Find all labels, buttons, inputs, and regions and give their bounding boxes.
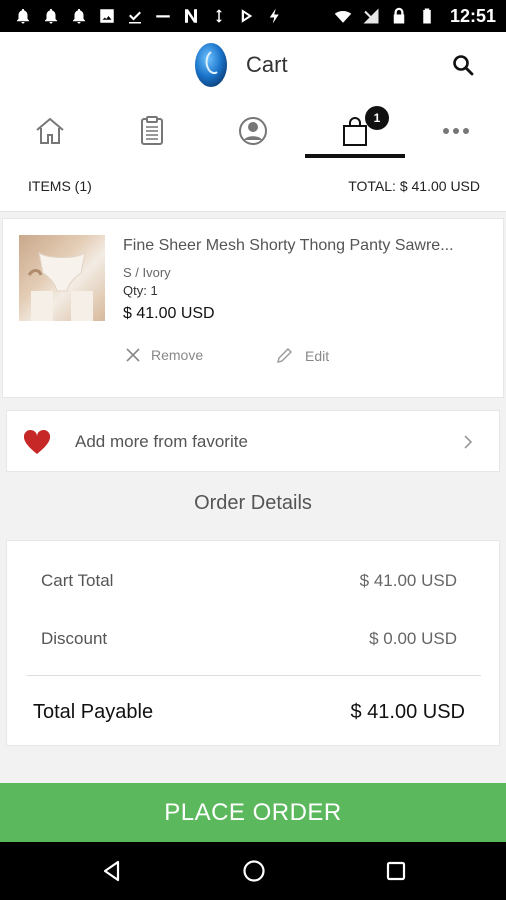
- tab-cart[interactable]: [305, 102, 405, 160]
- cart-badge: 1: [365, 106, 389, 130]
- lock-icon: [390, 7, 408, 25]
- download-check-icon: [126, 7, 144, 25]
- home-circle-icon: [243, 860, 265, 882]
- play-store-icon: [238, 7, 256, 25]
- no-signal-icon: [362, 7, 380, 25]
- tab-orders[interactable]: [102, 102, 202, 160]
- user-icon: [239, 117, 267, 145]
- cart-total-label: Cart Total: [41, 571, 114, 590]
- edit-label: Edit: [305, 348, 330, 364]
- tab-account[interactable]: [203, 102, 303, 160]
- app-logo: [194, 42, 228, 88]
- home-icon: [36, 117, 64, 144]
- more-icon: [443, 128, 469, 134]
- clipboard-icon: [141, 116, 163, 145]
- tab-more[interactable]: [406, 102, 506, 160]
- product-variant: S / Ivory: [123, 265, 171, 280]
- cart-item: Fine Sheer Mesh Shorty Thong Panty Sawre…: [2, 218, 504, 398]
- chevron-right-icon: [464, 435, 473, 449]
- back-button[interactable]: [97, 856, 127, 886]
- recents-square-icon: [386, 861, 406, 881]
- sync-icon: [210, 7, 228, 25]
- discount-label: Discount: [41, 629, 108, 648]
- cart-total-value: $ 41.00 USD: [359, 571, 457, 590]
- notification-bell-icon: [14, 7, 32, 25]
- android-nav-bar: [0, 842, 506, 900]
- wifi-icon: [334, 7, 352, 25]
- product-image[interactable]: [19, 235, 105, 321]
- image-icon: [98, 7, 116, 25]
- edit-button[interactable]: Edit: [275, 347, 329, 365]
- cart-total-summary: TOTAL: $ 41.00 USD: [348, 177, 480, 194]
- remove-button[interactable]: Remove: [125, 347, 203, 363]
- remove-label: Remove: [151, 347, 204, 363]
- status-bar: 12:51: [0, 0, 506, 32]
- product-name[interactable]: Fine Sheer Mesh Shorty Thong Panty Sawre…: [123, 237, 493, 255]
- product-quantity: Qty: 1: [123, 283, 158, 298]
- place-order-button[interactable]: PLACE ORDER: [0, 783, 506, 842]
- add-from-favorite-label: Add more from favorite: [75, 432, 248, 451]
- notification-bell-icon: [70, 7, 88, 25]
- status-time: 12:51: [449, 5, 496, 26]
- search-button[interactable]: [448, 50, 478, 80]
- dash-icon: [154, 7, 172, 25]
- status-right-icons: 12:51: [334, 6, 496, 27]
- pencil-icon: [277, 348, 292, 363]
- flash-icon: [266, 7, 284, 25]
- battery-icon: [418, 7, 436, 25]
- total-payable-value: $ 41.00 USD: [350, 701, 465, 723]
- discount-value: $ 0.00 USD: [369, 629, 457, 648]
- status-left-icons: [14, 7, 284, 25]
- heart-icon: [23, 429, 51, 454]
- n-icon: [182, 7, 200, 25]
- divider: [27, 675, 481, 676]
- add-from-favorite-row[interactable]: Add more from favorite: [6, 410, 500, 472]
- page-title: Cart: [246, 52, 288, 77]
- tab-home[interactable]: [0, 102, 100, 160]
- active-tab-indicator: [305, 154, 405, 158]
- product-price: $ 41.00 USD: [123, 305, 215, 322]
- search-icon: [453, 55, 474, 76]
- total-payable-label: Total Payable: [33, 701, 154, 723]
- order-details-card: Cart Total $ 41.00 USD Discount $ 0.00 U…: [6, 540, 500, 746]
- tab-bar: [0, 102, 506, 160]
- close-icon: [126, 348, 140, 362]
- notification-bell-icon: [42, 7, 60, 25]
- recents-button[interactable]: [381, 856, 411, 886]
- app-header: Cart: [0, 32, 506, 102]
- cart-summary: ITEMS (1) TOTAL: $ 41.00 USD: [0, 160, 506, 212]
- items-count: ITEMS (1): [28, 177, 92, 194]
- home-button[interactable]: [239, 856, 269, 886]
- order-details-title: Order Details: [194, 492, 312, 514]
- back-triangle-icon: [103, 860, 120, 882]
